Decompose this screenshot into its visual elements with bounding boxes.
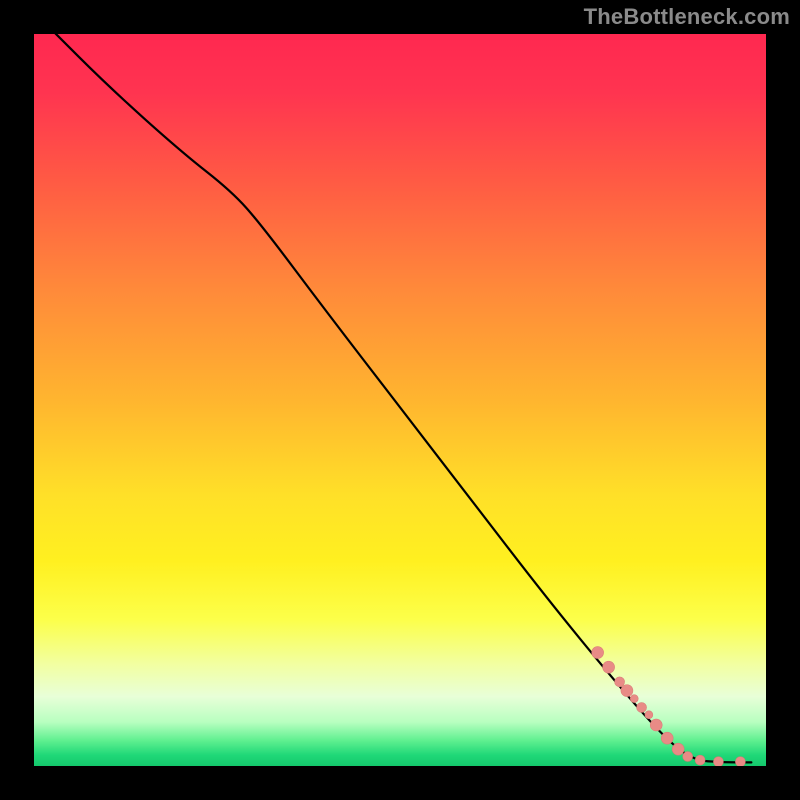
data-point	[645, 711, 653, 719]
data-points	[592, 647, 746, 766]
data-point	[661, 732, 673, 744]
data-point	[683, 751, 693, 761]
watermark-text: TheBottleneck.com	[584, 4, 790, 30]
plot-area	[34, 34, 766, 766]
data-point	[735, 757, 745, 766]
data-point	[592, 647, 604, 659]
data-point	[637, 702, 647, 712]
data-point	[695, 755, 705, 765]
bottleneck-curve	[49, 34, 752, 762]
data-point	[650, 719, 662, 731]
data-point	[603, 661, 615, 673]
data-point	[621, 685, 633, 697]
data-point	[630, 695, 638, 703]
data-point	[615, 677, 625, 687]
data-point	[672, 743, 684, 755]
data-point	[713, 757, 723, 766]
chart-stage: TheBottleneck.com	[0, 0, 800, 800]
curve-layer	[34, 34, 766, 766]
